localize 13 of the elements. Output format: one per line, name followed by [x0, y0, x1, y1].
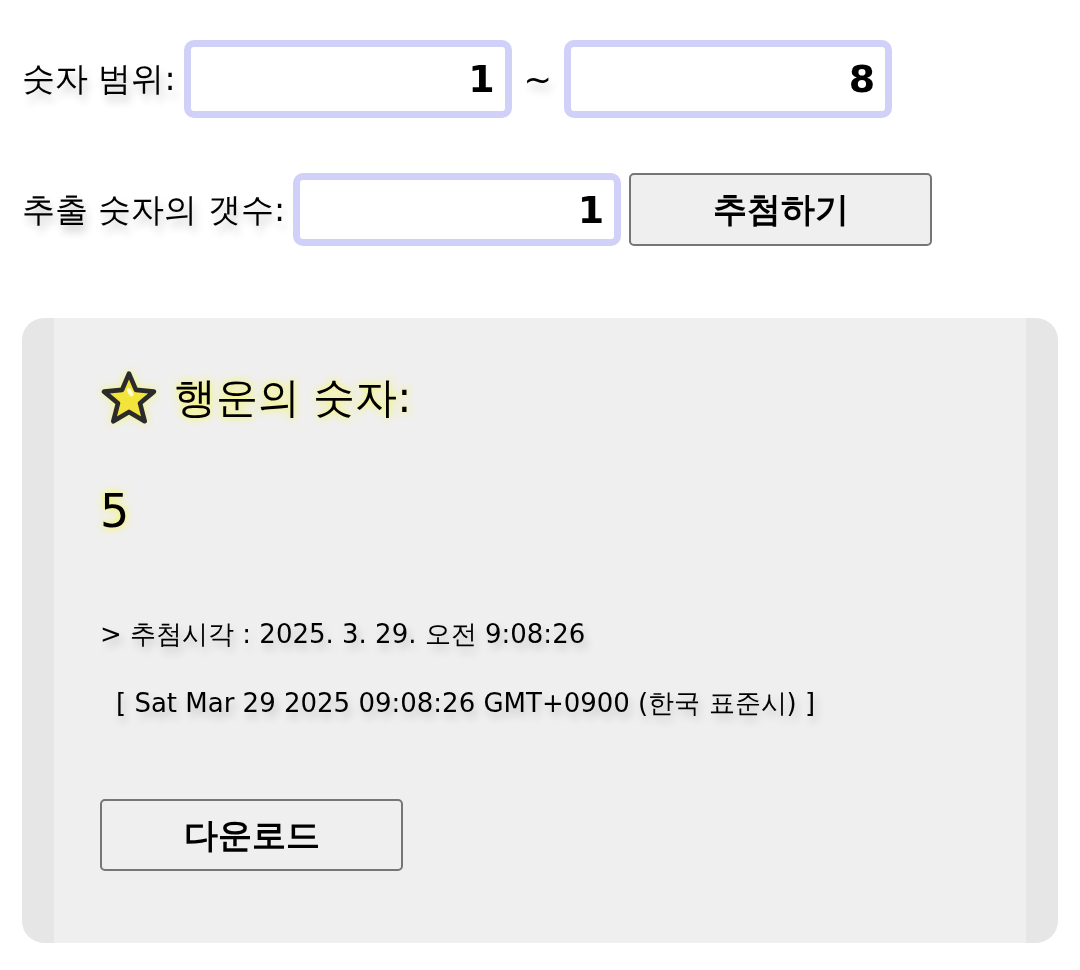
- range-end-field[interactable]: 8: [564, 40, 893, 118]
- draw-time-text: > 추첨시각 : 2025. 3. 29. 오전 9:08:26: [100, 618, 586, 652]
- download-button[interactable]: 다운로드: [100, 799, 403, 872]
- star-icon: [100, 370, 158, 426]
- raw-time-text: [ Sat Mar 29 2025 09:08:26 GMT+0900 (한국 표준시) ]: [115, 687, 816, 721]
- range-label: 숫자 범위:: [22, 58, 176, 101]
- draw-button[interactable]: 추첨하기: [629, 173, 933, 246]
- count-field[interactable]: 1: [293, 173, 622, 246]
- lucky-number: 5: [100, 484, 130, 540]
- range-separator: ~: [523, 57, 553, 101]
- count-label: 추출 숫자의 갯수:: [22, 188, 286, 231]
- result-heading: 행운의 숫자:: [174, 371, 412, 424]
- range-start-field[interactable]: 1: [183, 40, 512, 118]
